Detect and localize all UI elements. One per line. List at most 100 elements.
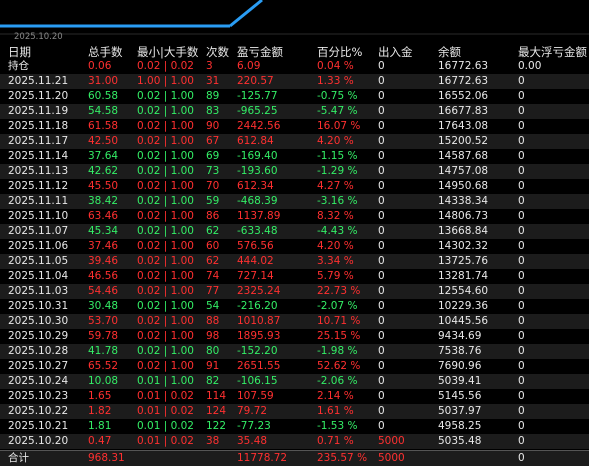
cell-deposit-withdrawal: 0 [378,180,385,192]
table-row[interactable]: 2025.11.10 63.46 0.02 | 1.00 86 1137.89 8.32 … [0,209,589,224]
table-row[interactable]: 2025.10.24 10.08 0.01 | 1.00 82 -106.15 -2.06… [0,374,589,389]
cell-date: 持仓 [8,60,29,72]
cell-total-lots: 1.81 [88,420,112,432]
table-row[interactable]: 2025.10.22 1.82 0.01 | 0.02 124 79.72 1.61 % 0… [0,404,589,419]
table-row[interactable]: 2025.11.04 46.56 0.02 | 1.00 74 727.14 5.79 %… [0,269,589,284]
cell-deposit-withdrawal: 0 [378,210,385,222]
cell-date: 合计 [8,452,29,464]
cell-pnl-amount: -193.60 [237,165,278,177]
table-row[interactable]: 2025.11.03 54.46 0.02 | 1.00 77 2325.24 22.73… [0,284,589,299]
header-min-max-lots[interactable]: 最小|大手数 [137,44,198,60]
cell-percent: 4.20 % [317,240,354,252]
table-row[interactable]: 2025.10.20 0.47 0.01 | 0.02 38 35.48 0.71 % 50… [0,434,589,449]
header-total-lots[interactable]: 总手数 [88,44,123,60]
cell-percent: 3.34 % [317,255,354,267]
cell-balance: 17643.08 [438,120,489,132]
cell-date: 2025.10.20 [8,435,69,447]
cell-total-lots: 37.46 [88,240,119,252]
cell-balance: 15200.52 [438,135,489,147]
table-row[interactable]: 2025.11.06 37.46 0.02 | 1.00 60 576.56 4.20 %… [0,239,589,254]
position-row[interactable]: 持仓 0.06 0.02 | 0.02 3 6.09 0.04 % 0 16772.63 0.0… [0,59,589,74]
total-row[interactable]: 合计 968.31 11778.72 235.57 % 5000 0 [0,450,589,466]
cell-pnl-amount: 11778.72 [237,452,288,464]
cell-total-lots: 63.46 [88,210,119,222]
header-trade-count[interactable]: 次数 [206,44,229,60]
cell-balance: 13668.84 [438,225,489,237]
cell-date: 2025.11.14 [8,150,69,162]
cell-total-lots: 45.34 [88,225,119,237]
cell-pnl-amount: -216.20 [237,300,278,312]
cell-max-floating-loss: 0 [518,300,525,312]
cell-trade-count: 88 [206,315,220,327]
cell-trade-count: 122 [206,420,227,432]
table-header[interactable]: 日期 总手数 最小|大手数 次数 盈亏金额 百分比% 出入金 余额 最大浮亏金额 [0,44,589,60]
cell-pnl-amount: -169.40 [237,150,278,162]
cell-balance: 7690.96 [438,360,482,372]
header-deposit-withdrawal[interactable]: 出入金 [378,44,413,60]
table-row[interactable]: 2025.10.28 41.78 0.02 | 1.00 80 -152.20 -1.98… [0,344,589,359]
table-row[interactable]: 2025.11.19 54.58 0.02 | 1.00 83 -965.25 -5.47… [0,104,589,119]
table-row[interactable]: 2025.11.18 61.58 0.02 | 1.00 90 2442.56 16.07… [0,119,589,134]
cell-pnl-amount: 2325.24 [237,285,281,297]
table-row[interactable]: 2025.11.17 42.50 0.02 | 1.00 67 612.84 4.20 %… [0,134,589,149]
cell-total-lots: 0.06 [88,60,112,72]
cell-total-lots: 60.58 [88,90,119,102]
cell-total-lots: 65.52 [88,360,119,372]
cell-balance: 14587.68 [438,150,489,162]
table-row[interactable]: 2025.10.31 30.48 0.02 | 1.00 54 -216.20 -2.07… [0,299,589,314]
cell-pnl-amount: 1010.87 [237,315,281,327]
cell-total-lots: 59.78 [88,330,119,342]
cell-date: 2025.11.11 [8,195,69,207]
cell-balance: 14757.08 [438,165,489,177]
table-row[interactable]: 2025.11.12 45.50 0.02 | 1.00 70 612.34 4.27 %… [0,179,589,194]
cell-deposit-withdrawal: 0 [378,360,385,372]
cell-date: 2025.10.28 [8,345,69,357]
header-date[interactable]: 日期 [8,44,31,60]
cell-min-max-lots: 0.02 | 1.00 [137,150,194,162]
cell-total-lots: 42.62 [88,165,119,177]
header-balance[interactable]: 余额 [438,44,461,60]
cell-max-floating-loss: 0 [518,165,525,177]
header-max-floating-loss[interactable]: 最大浮亏金额 [518,44,587,60]
cell-deposit-withdrawal: 0 [378,105,385,117]
cell-max-floating-loss: 0 [518,225,525,237]
table-row[interactable]: 2025.10.21 1.81 0.01 | 0.02 122 -77.23 -1.53 … [0,419,589,434]
cell-percent: -3.16 % [317,195,358,207]
cell-percent: 2.14 % [317,390,354,402]
table-row[interactable]: 2025.11.13 42.62 0.02 | 1.00 73 -193.60 -1.29… [0,164,589,179]
cell-pnl-amount: -77.23 [237,420,271,432]
cell-trade-count: 54 [206,300,220,312]
table-row[interactable]: 2025.11.14 37.64 0.02 | 1.00 69 -169.40 -1.15… [0,149,589,164]
cell-balance: 16772.63 [438,75,489,87]
table-row[interactable]: 2025.11.05 39.46 0.02 | 1.00 62 444.02 3.34 %… [0,254,589,269]
cell-min-max-lots: 0.01 | 0.02 [137,435,194,447]
cell-total-lots: 37.64 [88,150,119,162]
cell-balance: 10445.56 [438,315,489,327]
cell-deposit-withdrawal: 0 [378,195,385,207]
table-row[interactable]: 2025.11.21 31.00 1.00 | 1.00 31 220.57 1.33 %… [0,74,589,89]
cell-min-max-lots: 0.01 | 1.00 [137,375,194,387]
table-row[interactable]: 2025.10.23 1.65 0.01 | 0.02 114 107.59 2.14 %… [0,389,589,404]
header-pnl-amount[interactable]: 盈亏金额 [237,44,283,60]
cell-trade-count: 90 [206,120,220,132]
cell-min-max-lots: 0.02 | 1.00 [137,180,194,192]
table-row[interactable]: 2025.11.07 45.34 0.02 | 1.00 62 -633.48 -4.43… [0,224,589,239]
cell-deposit-withdrawal: 0 [378,135,385,147]
cell-pnl-amount: 1895.93 [237,330,281,342]
cell-max-floating-loss: 0 [518,255,525,267]
cell-percent: 22.73 % [317,285,361,297]
cell-trade-count: 114 [206,390,227,402]
cell-percent: 235.57 % [317,452,368,464]
cell-trade-count: 124 [206,405,227,417]
table-row[interactable]: 2025.10.29 59.78 0.02 | 1.00 98 1895.93 25.15… [0,329,589,344]
table-row[interactable]: 2025.11.20 60.58 0.02 | 1.00 89 -125.77 -0.75… [0,89,589,104]
table-row[interactable]: 2025.10.27 65.52 0.02 | 1.00 91 2651.55 52.62… [0,359,589,374]
header-percent[interactable]: 百分比% [317,44,362,60]
table-row[interactable]: 2025.11.11 38.42 0.02 | 1.00 59 -468.39 -3.16… [0,194,589,209]
cell-pnl-amount: -125.77 [237,90,278,102]
table-row[interactable]: 2025.10.30 53.70 0.02 | 1.00 88 1010.87 10.71… [0,314,589,329]
cell-max-floating-loss: 0 [518,120,525,132]
cell-trade-count: 82 [206,375,220,387]
cell-max-floating-loss: 0 [518,435,525,447]
cell-balance: 7538.76 [438,345,482,357]
